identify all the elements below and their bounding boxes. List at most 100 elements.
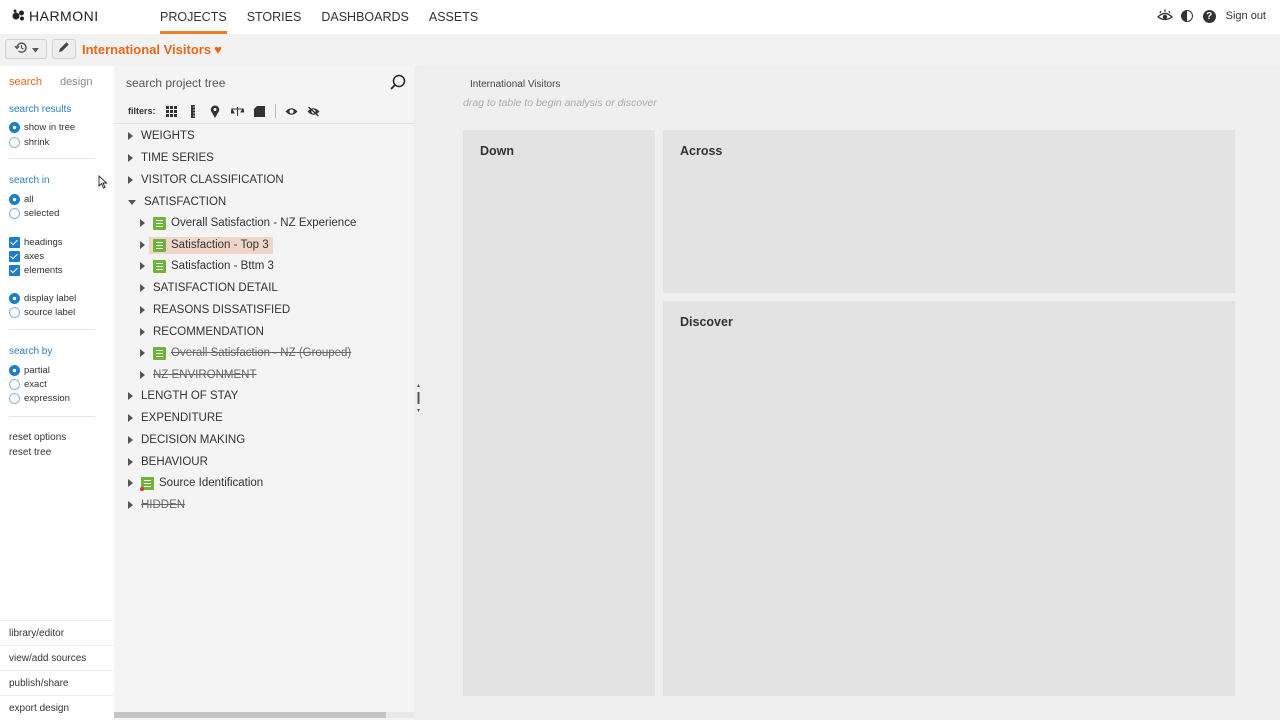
radio-show-in-tree[interactable]: show in tree: [9, 121, 75, 134]
radio-selected[interactable]: selected: [9, 207, 59, 220]
edit-button[interactable]: [52, 39, 76, 59]
caret-right-icon[interactable]: [128, 132, 133, 140]
contrast-icon[interactable]: [1180, 10, 1193, 22]
radio-all[interactable]: all: [9, 193, 34, 206]
export-design-link[interactable]: export design: [0, 695, 113, 720]
app-logo[interactable]: HARMONI: [12, 8, 99, 24]
caret-right-icon[interactable]: [128, 458, 133, 466]
sign-out-link[interactable]: Sign out: [1226, 10, 1266, 22]
ruler-filter-icon[interactable]: [187, 104, 200, 118]
tree-node-recommendation[interactable]: RECOMMENDATION: [140, 322, 264, 342]
caret-right-icon[interactable]: [140, 219, 145, 227]
caret-right-icon[interactable]: [140, 262, 145, 270]
project-title-text: International Visitors: [82, 42, 212, 57]
option-label: expression: [24, 393, 70, 404]
down-drop-zone[interactable]: Down: [463, 130, 655, 696]
radio-source-label[interactable]: source label: [9, 306, 75, 319]
nav-stories[interactable]: STORIES: [247, 10, 302, 34]
history-button[interactable]: [5, 39, 47, 59]
tree-node-satisfaction-bttm-3[interactable]: Satisfaction - Bttm 3: [140, 256, 274, 276]
caret-right-icon[interactable]: [140, 349, 145, 357]
tree-node-length-of-stay[interactable]: LENGTH OF STAY: [128, 386, 238, 406]
tree-node-hidden[interactable]: HIDDEN: [128, 495, 185, 515]
location-filter-icon[interactable]: [209, 105, 222, 118]
discover-drop-zone[interactable]: Discover: [663, 301, 1235, 696]
tree-node-label: SATISFACTION DETAIL: [153, 282, 278, 294]
option-label: source label: [24, 307, 76, 318]
grip-icon[interactable]: [417, 384, 420, 412]
eye-hidden-icon[interactable]: [307, 105, 320, 118]
caret-right-icon[interactable]: [140, 284, 145, 292]
radio-icon: [9, 393, 20, 404]
tree-node-label: EXPENDITURE: [141, 412, 223, 424]
tree-node-decision-making[interactable]: DECISION MAKING: [128, 430, 245, 450]
reset-tree-link[interactable]: reset tree: [9, 447, 51, 458]
tree-node-behaviour[interactable]: BEHAVIOUR: [128, 452, 208, 472]
tree-node-satisfaction-detail[interactable]: SATISFACTION DETAIL: [140, 278, 278, 298]
tab-design[interactable]: design: [60, 76, 92, 88]
radio-display-label[interactable]: display label: [9, 292, 76, 305]
caret-right-icon[interactable]: [128, 479, 133, 487]
radio-exact[interactable]: exact: [9, 378, 47, 391]
table-doc-icon: [153, 346, 166, 360]
tree-node-weights[interactable]: WEIGHTS: [128, 126, 195, 146]
check-axes[interactable]: axes: [9, 250, 44, 263]
caret-right-icon[interactable]: [140, 306, 145, 314]
caret-right-icon[interactable]: [140, 328, 145, 336]
tree-node-overall-satisfaction-nz-grouped[interactable]: Overall Satisfaction - NZ (Grouped): [140, 343, 351, 363]
caret-right-icon[interactable]: [140, 371, 145, 379]
grid-filter-icon[interactable]: [165, 105, 178, 118]
tree-node-label: BEHAVIOUR: [141, 456, 208, 468]
caret-right-icon[interactable]: [128, 414, 133, 422]
eye-show-icon[interactable]: [285, 105, 298, 118]
scrollbar-thumb[interactable]: [114, 712, 386, 718]
tree-horizontal-scrollbar[interactable]: [114, 712, 414, 718]
radio-partial[interactable]: partial: [9, 364, 50, 377]
view-add-sources-link[interactable]: view/add sources: [0, 645, 113, 670]
check-elements[interactable]: elements: [9, 264, 63, 277]
tree-node-time-series[interactable]: TIME SERIES: [128, 148, 214, 168]
caret-right-icon[interactable]: [128, 501, 133, 509]
tree-search-input[interactable]: [126, 74, 386, 92]
nav-dashboards[interactable]: DASHBOARDS: [321, 10, 409, 34]
logo-text: HARMONI: [29, 8, 99, 24]
library-editor-link[interactable]: library/editor: [0, 620, 113, 645]
option-label: selected: [24, 208, 60, 219]
radio-shrink[interactable]: shrink: [9, 136, 49, 149]
tree-node-reasons-dissatisfied[interactable]: REASONS DISSATISFIED: [140, 300, 290, 320]
caret-right-icon[interactable]: [128, 176, 133, 184]
nav-assets[interactable]: ASSETS: [429, 10, 478, 34]
tab-search[interactable]: search: [9, 76, 42, 88]
caret-right-icon[interactable]: [128, 154, 133, 162]
search-options-panel: search design search results show in tre…: [0, 66, 113, 720]
nav-projects[interactable]: PROJECTS: [160, 10, 227, 34]
across-drop-zone[interactable]: Across: [663, 130, 1235, 293]
radio-expression[interactable]: expression: [9, 392, 70, 405]
tag-filter-icon[interactable]: [253, 105, 266, 118]
caret-right-icon[interactable]: [128, 436, 133, 444]
tree-node-satisfaction[interactable]: SATISFACTION: [128, 192, 226, 212]
tree-node-source-identification[interactable]: Source Identification: [128, 473, 263, 493]
search-by-heading: search by: [9, 346, 53, 357]
radio-selected-icon: [9, 365, 20, 376]
table-doc-icon: [153, 259, 166, 273]
tree-node-expenditure[interactable]: EXPENDITURE: [128, 408, 223, 428]
panel-resize-handle[interactable]: [414, 66, 423, 720]
publish-share-link[interactable]: publish/share: [0, 670, 113, 695]
workspace-title: International Visitors: [470, 79, 561, 90]
caret-right-icon[interactable]: [140, 241, 145, 249]
scales-filter-icon[interactable]: [230, 105, 244, 118]
tree-node-label: Source Identification: [159, 477, 264, 489]
tree-node-visitor-classification[interactable]: VISITOR CLASSIFICATION: [128, 170, 284, 190]
tree-node-satisfaction-top-3[interactable]: Satisfaction - Top 3: [140, 235, 273, 255]
search-icon[interactable]: [390, 74, 406, 90]
tree-node-overall-satisfaction-nz-experience[interactable]: Overall Satisfaction - NZ Experience: [140, 213, 356, 233]
tree-node-nz-environment[interactable]: NZ ENVIRONMENT: [140, 365, 257, 385]
check-headings[interactable]: headings: [9, 236, 63, 249]
reset-options-link[interactable]: reset options: [9, 432, 66, 443]
caret-down-icon[interactable]: [128, 199, 136, 205]
eye-icon[interactable]: [1156, 9, 1173, 23]
help-icon[interactable]: ?: [1202, 9, 1216, 23]
caret-right-icon[interactable]: [128, 392, 133, 400]
favorite-heart-icon[interactable]: ♥: [214, 42, 222, 57]
